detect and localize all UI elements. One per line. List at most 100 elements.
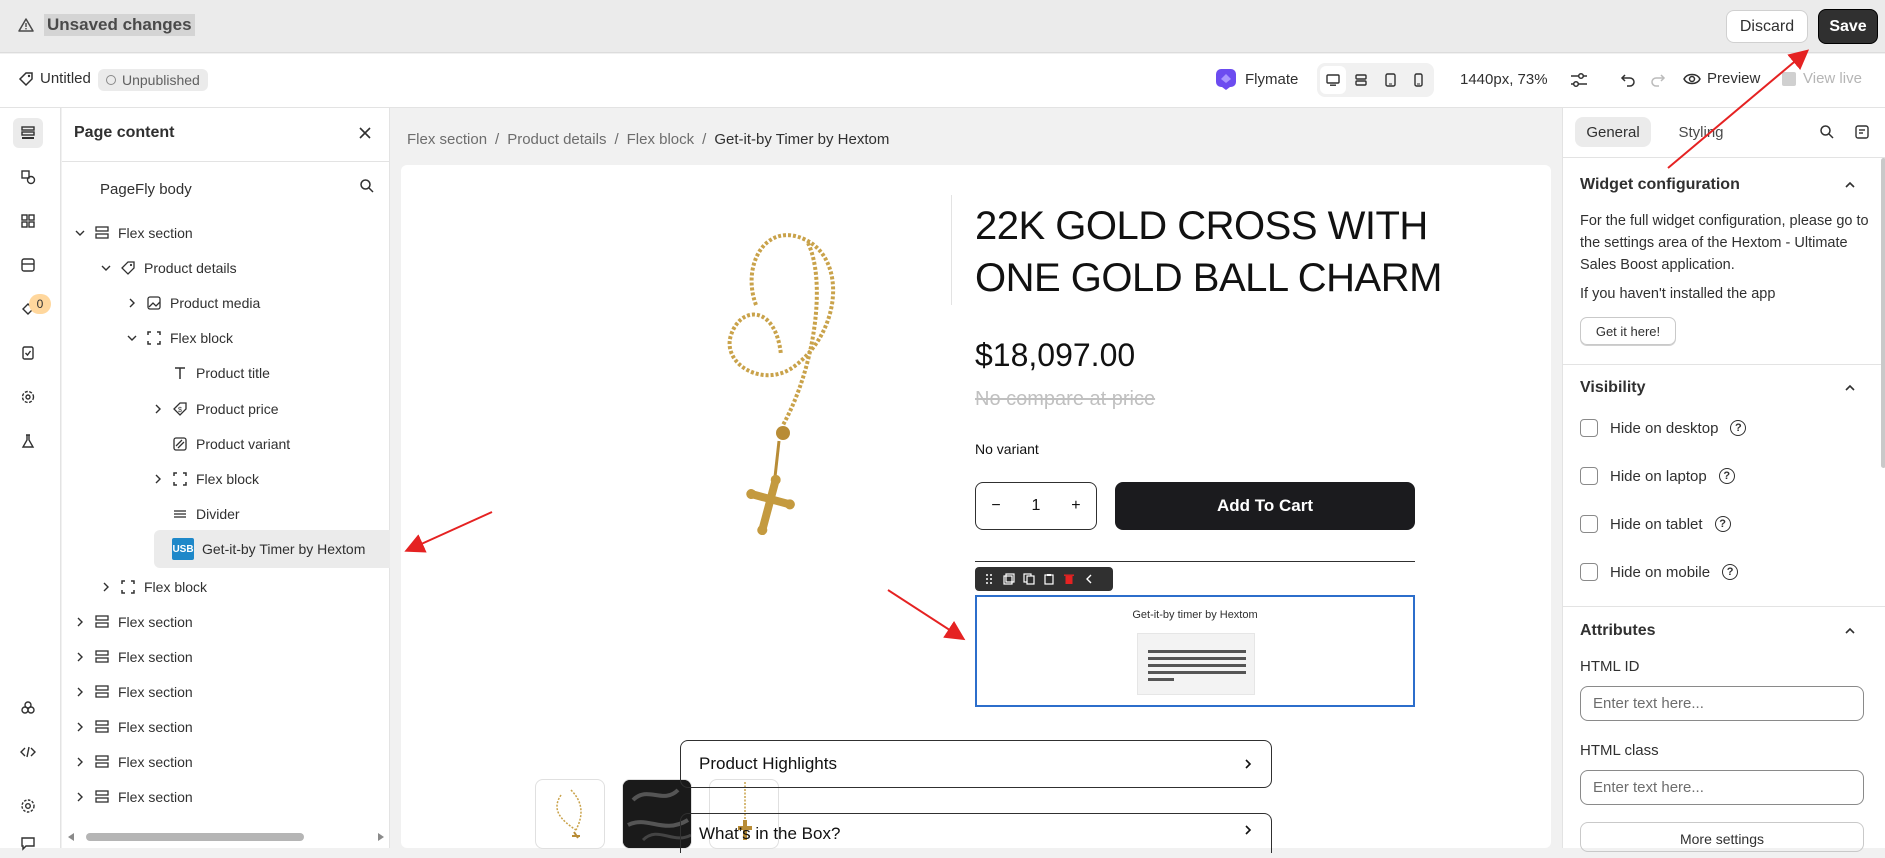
chevron-right-icon[interactable] bbox=[152, 473, 164, 485]
chevron-right-icon[interactable] bbox=[74, 686, 86, 698]
chevron-down-icon[interactable] bbox=[100, 262, 112, 274]
quantity-value[interactable]: 1 bbox=[1032, 497, 1041, 515]
undo-icon[interactable] bbox=[1620, 72, 1636, 88]
grid-icon[interactable] bbox=[13, 206, 43, 236]
hide-on-tablet-checkbox[interactable]: Hide on tablet? bbox=[1580, 515, 1731, 533]
discard-button[interactable]: Discard bbox=[1726, 10, 1808, 43]
tree-item[interactable]: Flex section bbox=[74, 785, 193, 809]
checkbox[interactable] bbox=[1580, 515, 1598, 533]
checklist-icon[interactable] bbox=[13, 338, 43, 368]
product-title[interactable]: 22K GOLD CROSS WITH ONE GOLD BALL CHARM bbox=[975, 200, 1442, 304]
tree-item[interactable]: $ Product price bbox=[152, 397, 278, 421]
mobile-view-icon[interactable] bbox=[1406, 66, 1432, 94]
breadcrumb-item[interactable]: Product details bbox=[507, 131, 606, 148]
html-id-input[interactable]: Enter text here... bbox=[1580, 686, 1864, 721]
tree-item[interactable]: Flex section bbox=[74, 645, 193, 669]
tab-general[interactable]: General bbox=[1575, 117, 1651, 147]
tree-item[interactable]: Product details bbox=[100, 256, 237, 280]
checkbox[interactable] bbox=[1580, 563, 1598, 581]
chevron-down-icon[interactable] bbox=[126, 332, 138, 344]
chevron-up-icon[interactable] bbox=[1844, 626, 1856, 636]
integrations-icon[interactable] bbox=[13, 693, 43, 723]
chevron-right-icon[interactable] bbox=[74, 756, 86, 768]
get-it-by-timer-widget[interactable]: Get-it-by timer by Hextom bbox=[975, 595, 1415, 707]
checkbox[interactable] bbox=[1580, 419, 1598, 437]
tree-item[interactable]: Flex block bbox=[152, 467, 259, 491]
breadcrumb-item[interactable]: Flex block bbox=[627, 131, 695, 148]
tree-item[interactable]: Flex section bbox=[74, 610, 193, 634]
chevron-right-icon[interactable] bbox=[74, 651, 86, 663]
tree-item[interactable]: Product media bbox=[126, 291, 260, 315]
help-icon[interactable]: ? bbox=[1722, 564, 1739, 580]
redo-icon[interactable] bbox=[1650, 72, 1666, 88]
get-it-here-button[interactable]: Get it here! bbox=[1580, 317, 1676, 345]
search-icon[interactable] bbox=[1819, 124, 1835, 140]
compare-at-price[interactable]: No compare at price bbox=[975, 388, 1155, 411]
template-icon[interactable] bbox=[13, 250, 43, 280]
tree-item[interactable]: Flex section bbox=[74, 750, 193, 774]
product-main-image[interactable] bbox=[601, 195, 891, 535]
hide-on-desktop-checkbox[interactable]: Hide on desktop? bbox=[1580, 419, 1747, 437]
horizontal-scrollbar[interactable] bbox=[66, 831, 386, 843]
breadcrumb-item[interactable]: Flex section bbox=[407, 131, 487, 148]
select-parent-icon[interactable] bbox=[1079, 569, 1099, 589]
tab-styling[interactable]: Styling bbox=[1659, 117, 1743, 147]
tree-item[interactable]: Flex block bbox=[100, 575, 207, 599]
chevron-up-icon[interactable] bbox=[1844, 383, 1856, 393]
notes-icon[interactable] bbox=[1854, 124, 1870, 140]
duplicate-icon[interactable] bbox=[1019, 569, 1039, 589]
code-icon[interactable] bbox=[13, 737, 43, 767]
tree-item[interactable]: Product title bbox=[152, 361, 270, 385]
laptop-view-icon[interactable] bbox=[1349, 66, 1375, 94]
tree-item[interactable]: Product variant bbox=[152, 432, 290, 456]
chevron-right-icon[interactable] bbox=[100, 581, 112, 593]
save-section-icon[interactable] bbox=[999, 569, 1019, 589]
checkbox[interactable] bbox=[1580, 467, 1598, 485]
quantity-decrease-button[interactable]: − bbox=[991, 497, 1000, 515]
gear-icon[interactable] bbox=[13, 382, 43, 412]
tree-item[interactable]: Flex section bbox=[74, 680, 193, 704]
add-to-cart-button[interactable]: Add To Cart bbox=[1115, 482, 1415, 530]
product-price[interactable]: $18,097.00 bbox=[975, 337, 1135, 374]
drag-handle-icon[interactable] bbox=[979, 569, 999, 589]
html-class-input[interactable]: Enter text here... bbox=[1580, 770, 1864, 805]
hide-on-mobile-checkbox[interactable]: Hide on mobile? bbox=[1580, 563, 1739, 581]
preview-button[interactable]: Preview bbox=[1683, 70, 1760, 87]
chevron-right-icon[interactable] bbox=[152, 403, 164, 415]
tree-item[interactable]: USB Get-it-by Timer by Hextom bbox=[152, 537, 365, 561]
quantity-increase-button[interactable]: + bbox=[1071, 497, 1080, 515]
chevron-right-icon[interactable] bbox=[74, 791, 86, 803]
layers-icon[interactable] bbox=[13, 118, 43, 148]
adjust-settings-icon[interactable] bbox=[1570, 72, 1588, 88]
close-icon[interactable] bbox=[358, 126, 372, 140]
chevron-right-icon[interactable] bbox=[74, 616, 86, 628]
help-icon[interactable]: ? bbox=[1714, 516, 1731, 532]
chevron-right-icon[interactable] bbox=[74, 721, 86, 733]
help-center-icon[interactable] bbox=[13, 791, 43, 821]
hide-on-laptop-checkbox[interactable]: Hide on laptop? bbox=[1580, 467, 1735, 485]
tree-item[interactable]: Divider bbox=[152, 502, 240, 526]
help-icon[interactable]: ? bbox=[1730, 420, 1747, 436]
product-variant[interactable]: No variant bbox=[975, 441, 1039, 457]
tree-item[interactable]: Flex section bbox=[74, 221, 193, 245]
tablet-view-icon[interactable] bbox=[1377, 66, 1403, 94]
chevron-right-icon[interactable] bbox=[126, 297, 138, 309]
brand-flymate[interactable]: Flymate bbox=[1215, 68, 1298, 90]
product-thumbnail[interactable] bbox=[535, 779, 605, 849]
search-icon[interactable] bbox=[359, 178, 375, 194]
chat-icon[interactable] bbox=[13, 828, 43, 858]
delete-icon[interactable] bbox=[1059, 569, 1079, 589]
shapes-icon[interactable] bbox=[13, 162, 43, 192]
clipboard-icon[interactable] bbox=[1039, 569, 1059, 589]
accordion-whats-in-the-box[interactable]: What’s in the Box? bbox=[680, 813, 1272, 853]
tree-root[interactable]: PageFly body bbox=[100, 181, 192, 198]
chevron-up-icon[interactable] bbox=[1844, 180, 1856, 190]
view-live-button[interactable]: View live bbox=[1781, 70, 1862, 87]
help-icon[interactable]: ? bbox=[1718, 468, 1735, 484]
tree-item[interactable]: Flex section bbox=[74, 715, 193, 739]
save-button[interactable]: Save bbox=[1818, 9, 1878, 44]
flask-icon[interactable] bbox=[13, 426, 43, 456]
viewport-size[interactable]: 1440px, 73% bbox=[1460, 71, 1548, 88]
vertical-scrollbar[interactable] bbox=[1881, 158, 1885, 468]
tree-item[interactable]: Flex block bbox=[126, 326, 233, 350]
